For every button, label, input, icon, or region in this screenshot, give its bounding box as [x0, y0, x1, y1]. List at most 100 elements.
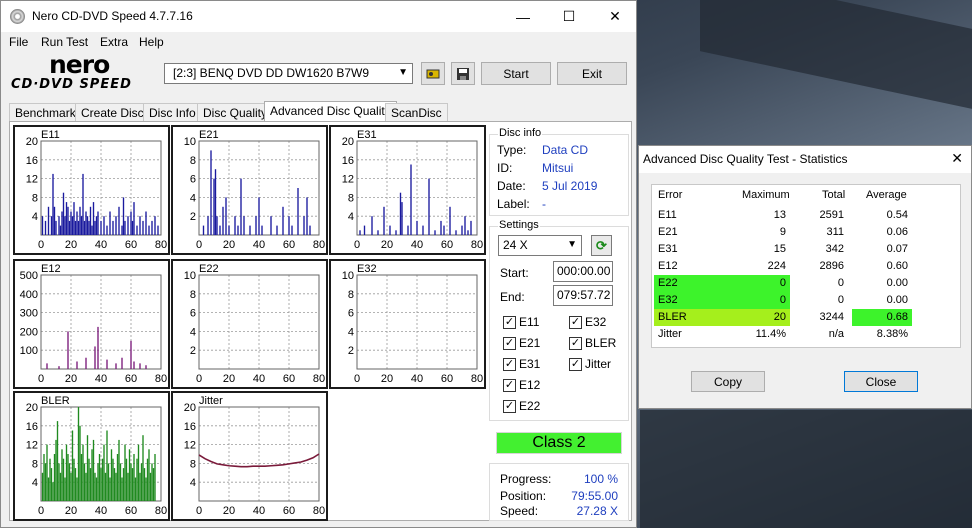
copy-button[interactable]: Copy — [691, 371, 765, 392]
y-tick-label: 6 — [348, 308, 354, 320]
bar — [130, 340, 132, 369]
speed-select[interactable]: 24 X ▼ — [498, 235, 582, 256]
bar — [136, 225, 138, 235]
bar — [92, 439, 95, 501]
refresh-speed-button[interactable]: ⟳ — [591, 235, 612, 256]
bar — [73, 202, 75, 235]
stat-cell-error: E21 — [658, 226, 678, 238]
bar — [407, 225, 409, 235]
tab-create-disc[interactable]: Create Disc — [75, 103, 150, 122]
tab-scandisc[interactable]: ScanDisc — [385, 103, 448, 122]
tab-disc-info[interactable]: Disc Info — [143, 103, 202, 122]
close-button[interactable]: ✕ — [592, 1, 638, 32]
start-field[interactable]: 000:00.00 — [553, 261, 613, 282]
bar — [79, 425, 81, 501]
dialog-close-icon[interactable]: ✕ — [951, 150, 963, 167]
chart-svg: 0 20 40 60 80 20 16 12 8 4 — [184, 402, 325, 517]
menu-run-test[interactable]: Run Test — [41, 35, 88, 49]
y-tick-label: 12 — [342, 174, 354, 186]
checkbox-jitter[interactable]: ✓ Jitter — [569, 357, 611, 371]
bar — [115, 472, 117, 501]
close-dialog-button[interactable]: Close — [844, 371, 918, 392]
menu-extra[interactable]: Extra — [100, 35, 128, 49]
disc-id-label: ID: — [497, 161, 513, 175]
bar — [119, 463, 122, 501]
bar — [428, 178, 430, 235]
bar — [131, 468, 134, 501]
drive-select[interactable]: [2:3] BENQ DVD DD DW1620 B7W9 ▼ — [164, 63, 413, 84]
bar — [53, 454, 56, 501]
x-tick-label: 20 — [65, 505, 77, 517]
checkbox-e32[interactable]: ✓ E32 — [569, 315, 606, 329]
drive-properties-button[interactable] — [421, 62, 445, 85]
window-title: Nero CD-DVD Speed 4.7.7.16 — [32, 9, 193, 23]
bar — [71, 216, 74, 235]
bar — [157, 225, 159, 235]
stat-cell-error: E11 — [658, 209, 677, 221]
check-icon: ✓ — [569, 336, 582, 350]
bar — [145, 211, 147, 235]
end-field[interactable]: 079:57.72 — [553, 285, 613, 306]
chart-e31: 0 20 40 60 80 20 16 12 8 4 E31 — [329, 125, 486, 255]
check-icon: ✓ — [503, 315, 516, 329]
chart-title: Jitter — [199, 395, 223, 407]
x-tick-label: 20 — [381, 373, 393, 385]
stat-cell-total: 2896 — [819, 260, 844, 272]
bar — [70, 211, 72, 235]
bar — [77, 407, 80, 501]
bar — [219, 225, 221, 235]
checkbox-e11[interactable]: ✓ E11 — [503, 315, 539, 329]
bar — [95, 216, 98, 235]
chart-svg: 0 20 40 60 80 500 400 300 200 100 — [20, 270, 167, 385]
bar — [94, 220, 96, 235]
tab-advanced-disc-quality[interactable]: Advanced Disc Quality — [264, 101, 397, 122]
bar — [47, 477, 50, 501]
checkbox-e12[interactable]: ✓ E12 — [503, 378, 540, 392]
check-icon: ✓ — [503, 378, 516, 392]
bar — [61, 211, 63, 235]
y-tick-label: 4 — [190, 477, 196, 489]
stat-cell-total: 342 — [825, 243, 844, 255]
bar — [65, 444, 68, 501]
maximize-button[interactable]: ☐ — [546, 1, 592, 32]
bar — [50, 216, 53, 235]
end-label: End: — [500, 290, 525, 304]
minimize-button[interactable]: — — [500, 1, 546, 32]
speed-label: Speed: — [500, 504, 539, 518]
plot-frame — [356, 274, 478, 370]
bar — [86, 216, 89, 235]
checkbox-e21[interactable]: ✓ E21 — [503, 336, 540, 350]
checkbox-e22[interactable]: ✓ E22 — [503, 399, 540, 413]
y-tick-label: 12 — [26, 174, 38, 186]
bar — [76, 477, 78, 501]
menu-file[interactable]: File — [9, 35, 28, 49]
y-tick-label: 300 — [20, 308, 38, 320]
bar — [62, 458, 65, 501]
bar — [59, 225, 62, 235]
stat-cell-total: 0 — [837, 294, 844, 306]
bar — [140, 463, 143, 501]
x-tick-label: 80 — [155, 505, 167, 517]
bar — [306, 197, 308, 235]
start-button[interactable]: Start — [481, 62, 551, 85]
tab-disc-quality[interactable]: Disc Quality — [197, 103, 274, 122]
chart-e32: 0 20 40 60 80 10 8 6 4 2 E32 — [329, 259, 486, 389]
bar — [110, 449, 113, 501]
stat-cell-error: E32 — [654, 292, 734, 309]
checkbox-e31[interactable]: ✓ E31 — [503, 357, 540, 371]
exit-button[interactable]: Exit — [557, 62, 627, 85]
y-tick-label: 8 — [190, 289, 196, 301]
bar — [154, 454, 156, 501]
checkbox-bler[interactable]: ✓ BLER — [569, 336, 616, 350]
check-icon: ✓ — [569, 315, 582, 329]
bar — [115, 216, 117, 235]
bar — [64, 216, 66, 235]
bar — [92, 202, 95, 235]
save-button[interactable] — [451, 62, 475, 85]
x-tick-label: 0 — [38, 505, 44, 517]
bar — [112, 220, 114, 235]
bar — [121, 225, 123, 235]
bar — [43, 454, 45, 501]
tab-benchmark[interactable]: Benchmark — [9, 103, 82, 122]
menu-help[interactable]: Help — [139, 35, 164, 49]
